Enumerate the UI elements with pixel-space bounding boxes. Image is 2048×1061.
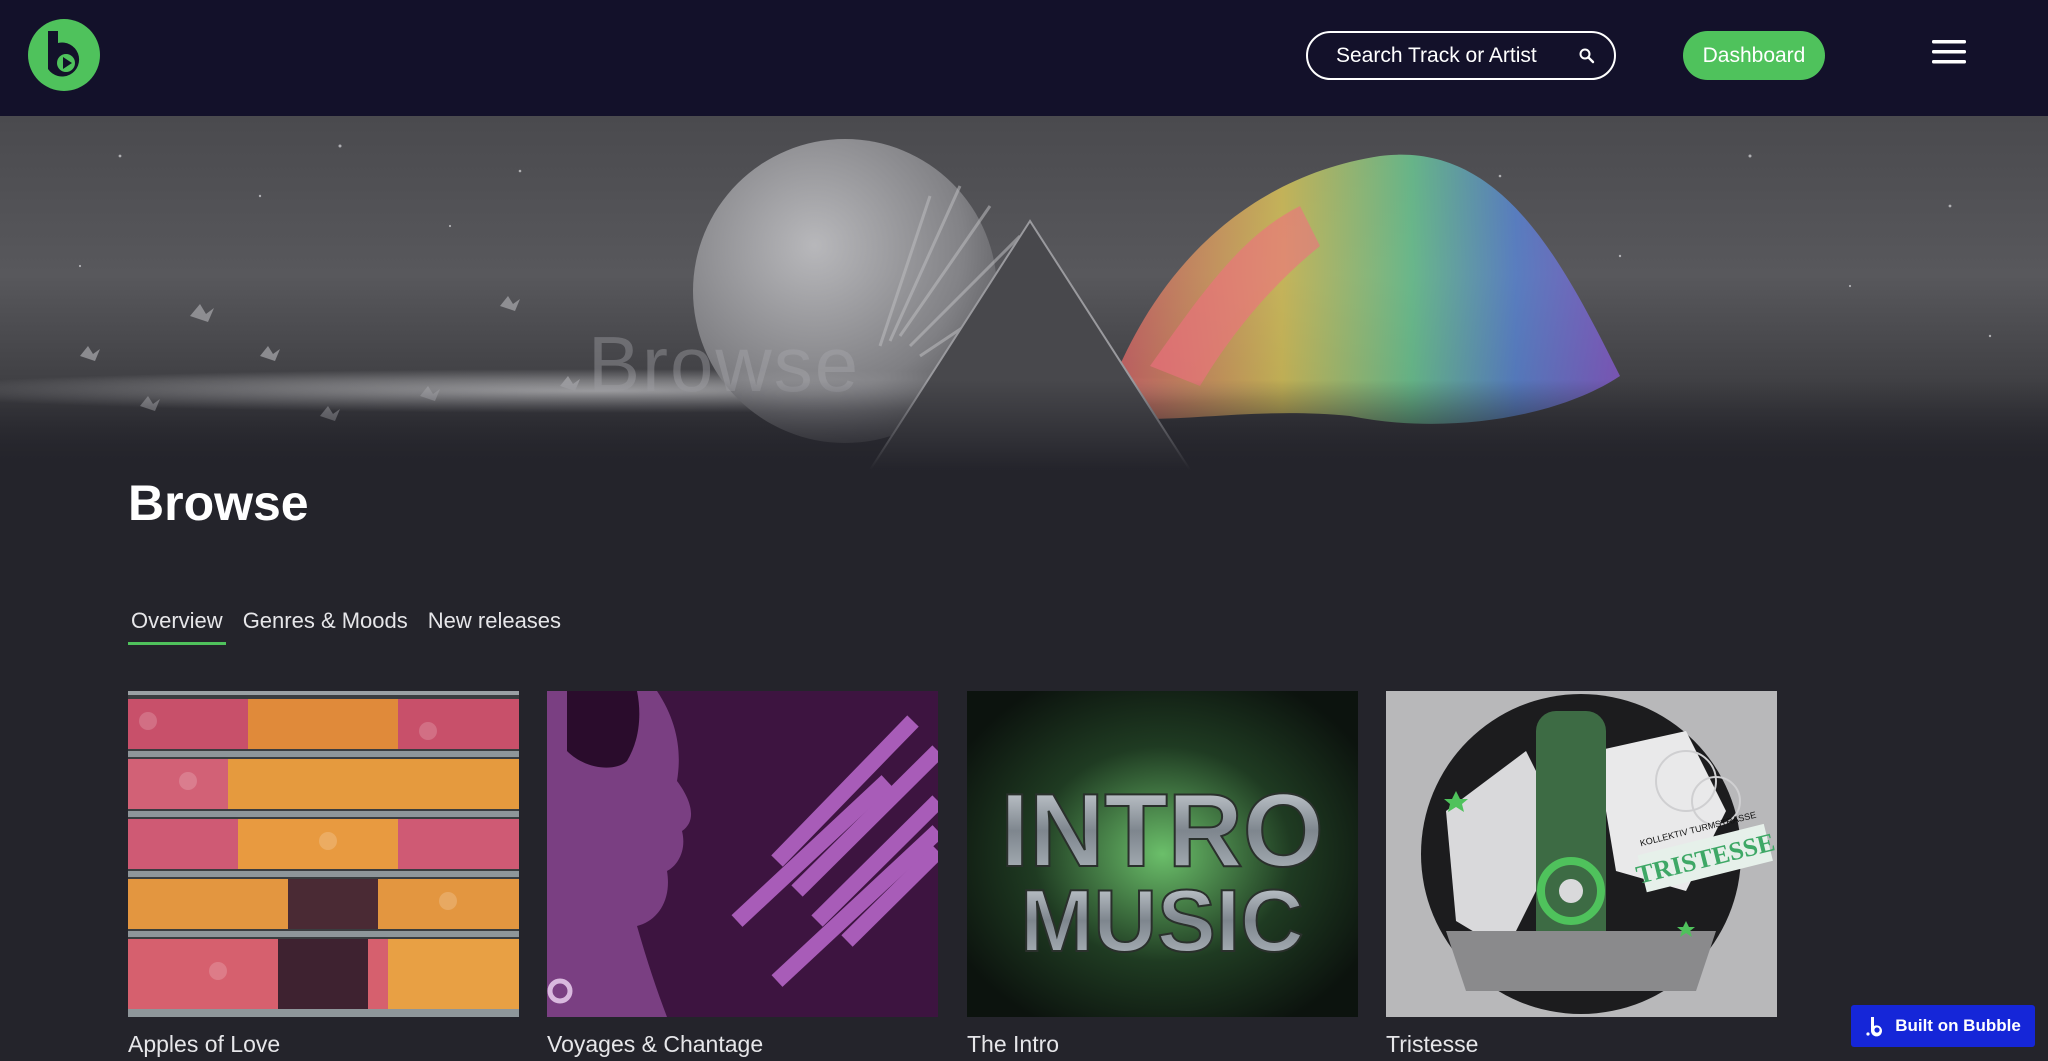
album-card-the-intro[interactable]: INTRO MUSIC The Intro xyxy=(967,691,1358,1057)
bubble-play-logo[interactable] xyxy=(28,19,100,91)
page-title: Browse xyxy=(128,475,309,531)
album-cover-image[interactable]: INTRO MUSIC xyxy=(967,691,1358,1017)
built-on-bubble-badge[interactable]: Built on Bubble xyxy=(1851,1005,2035,1047)
album-card-voyages-chantage[interactable]: Voyages & Chantage xyxy=(547,691,938,1057)
album-cover-image[interactable] xyxy=(128,691,519,1017)
hero-fade-overlay xyxy=(0,380,2048,470)
album-card-apples-of-love[interactable]: Apples of Love xyxy=(128,691,519,1057)
album-title[interactable]: Tristesse xyxy=(1386,1031,1478,1058)
album-cover-image[interactable]: TRISTESSE KOLLEKTIV TURMSTRASSE xyxy=(1386,691,1777,1017)
hero-banner: Browse xyxy=(0,116,2048,470)
album-title[interactable]: Apples of Love xyxy=(128,1031,280,1058)
music-art-text: MUSIC xyxy=(1020,871,1304,970)
tab-genres-moods[interactable]: Genres & Moods xyxy=(240,606,411,645)
badge-label: Built on Bubble xyxy=(1895,1016,2021,1035)
tab-new-releases[interactable]: New releases xyxy=(425,606,564,645)
album-title[interactable]: The Intro xyxy=(967,1031,1059,1058)
hamburger-menu-icon[interactable] xyxy=(1932,39,1966,65)
top-navigation-bar: Search Track or Artist Dashboard xyxy=(0,0,2048,116)
album-cover-image[interactable] xyxy=(547,691,938,1017)
dashboard-button[interactable]: Dashboard xyxy=(1683,31,1825,80)
album-title[interactable]: Voyages & Chantage xyxy=(547,1031,763,1058)
search-icon[interactable] xyxy=(1578,47,1596,65)
browse-tabs: Overview Genres & Moods New releases xyxy=(128,606,578,645)
tab-overview[interactable]: Overview xyxy=(128,606,226,645)
search-placeholder: Search Track or Artist xyxy=(1336,43,1537,67)
search-input[interactable]: Search Track or Artist xyxy=(1306,31,1616,80)
album-card-tristesse[interactable]: TRISTESSE KOLLEKTIV TURMSTRASSE Tristess… xyxy=(1386,691,1777,1057)
bubble-logo-icon xyxy=(1866,1017,1883,1037)
